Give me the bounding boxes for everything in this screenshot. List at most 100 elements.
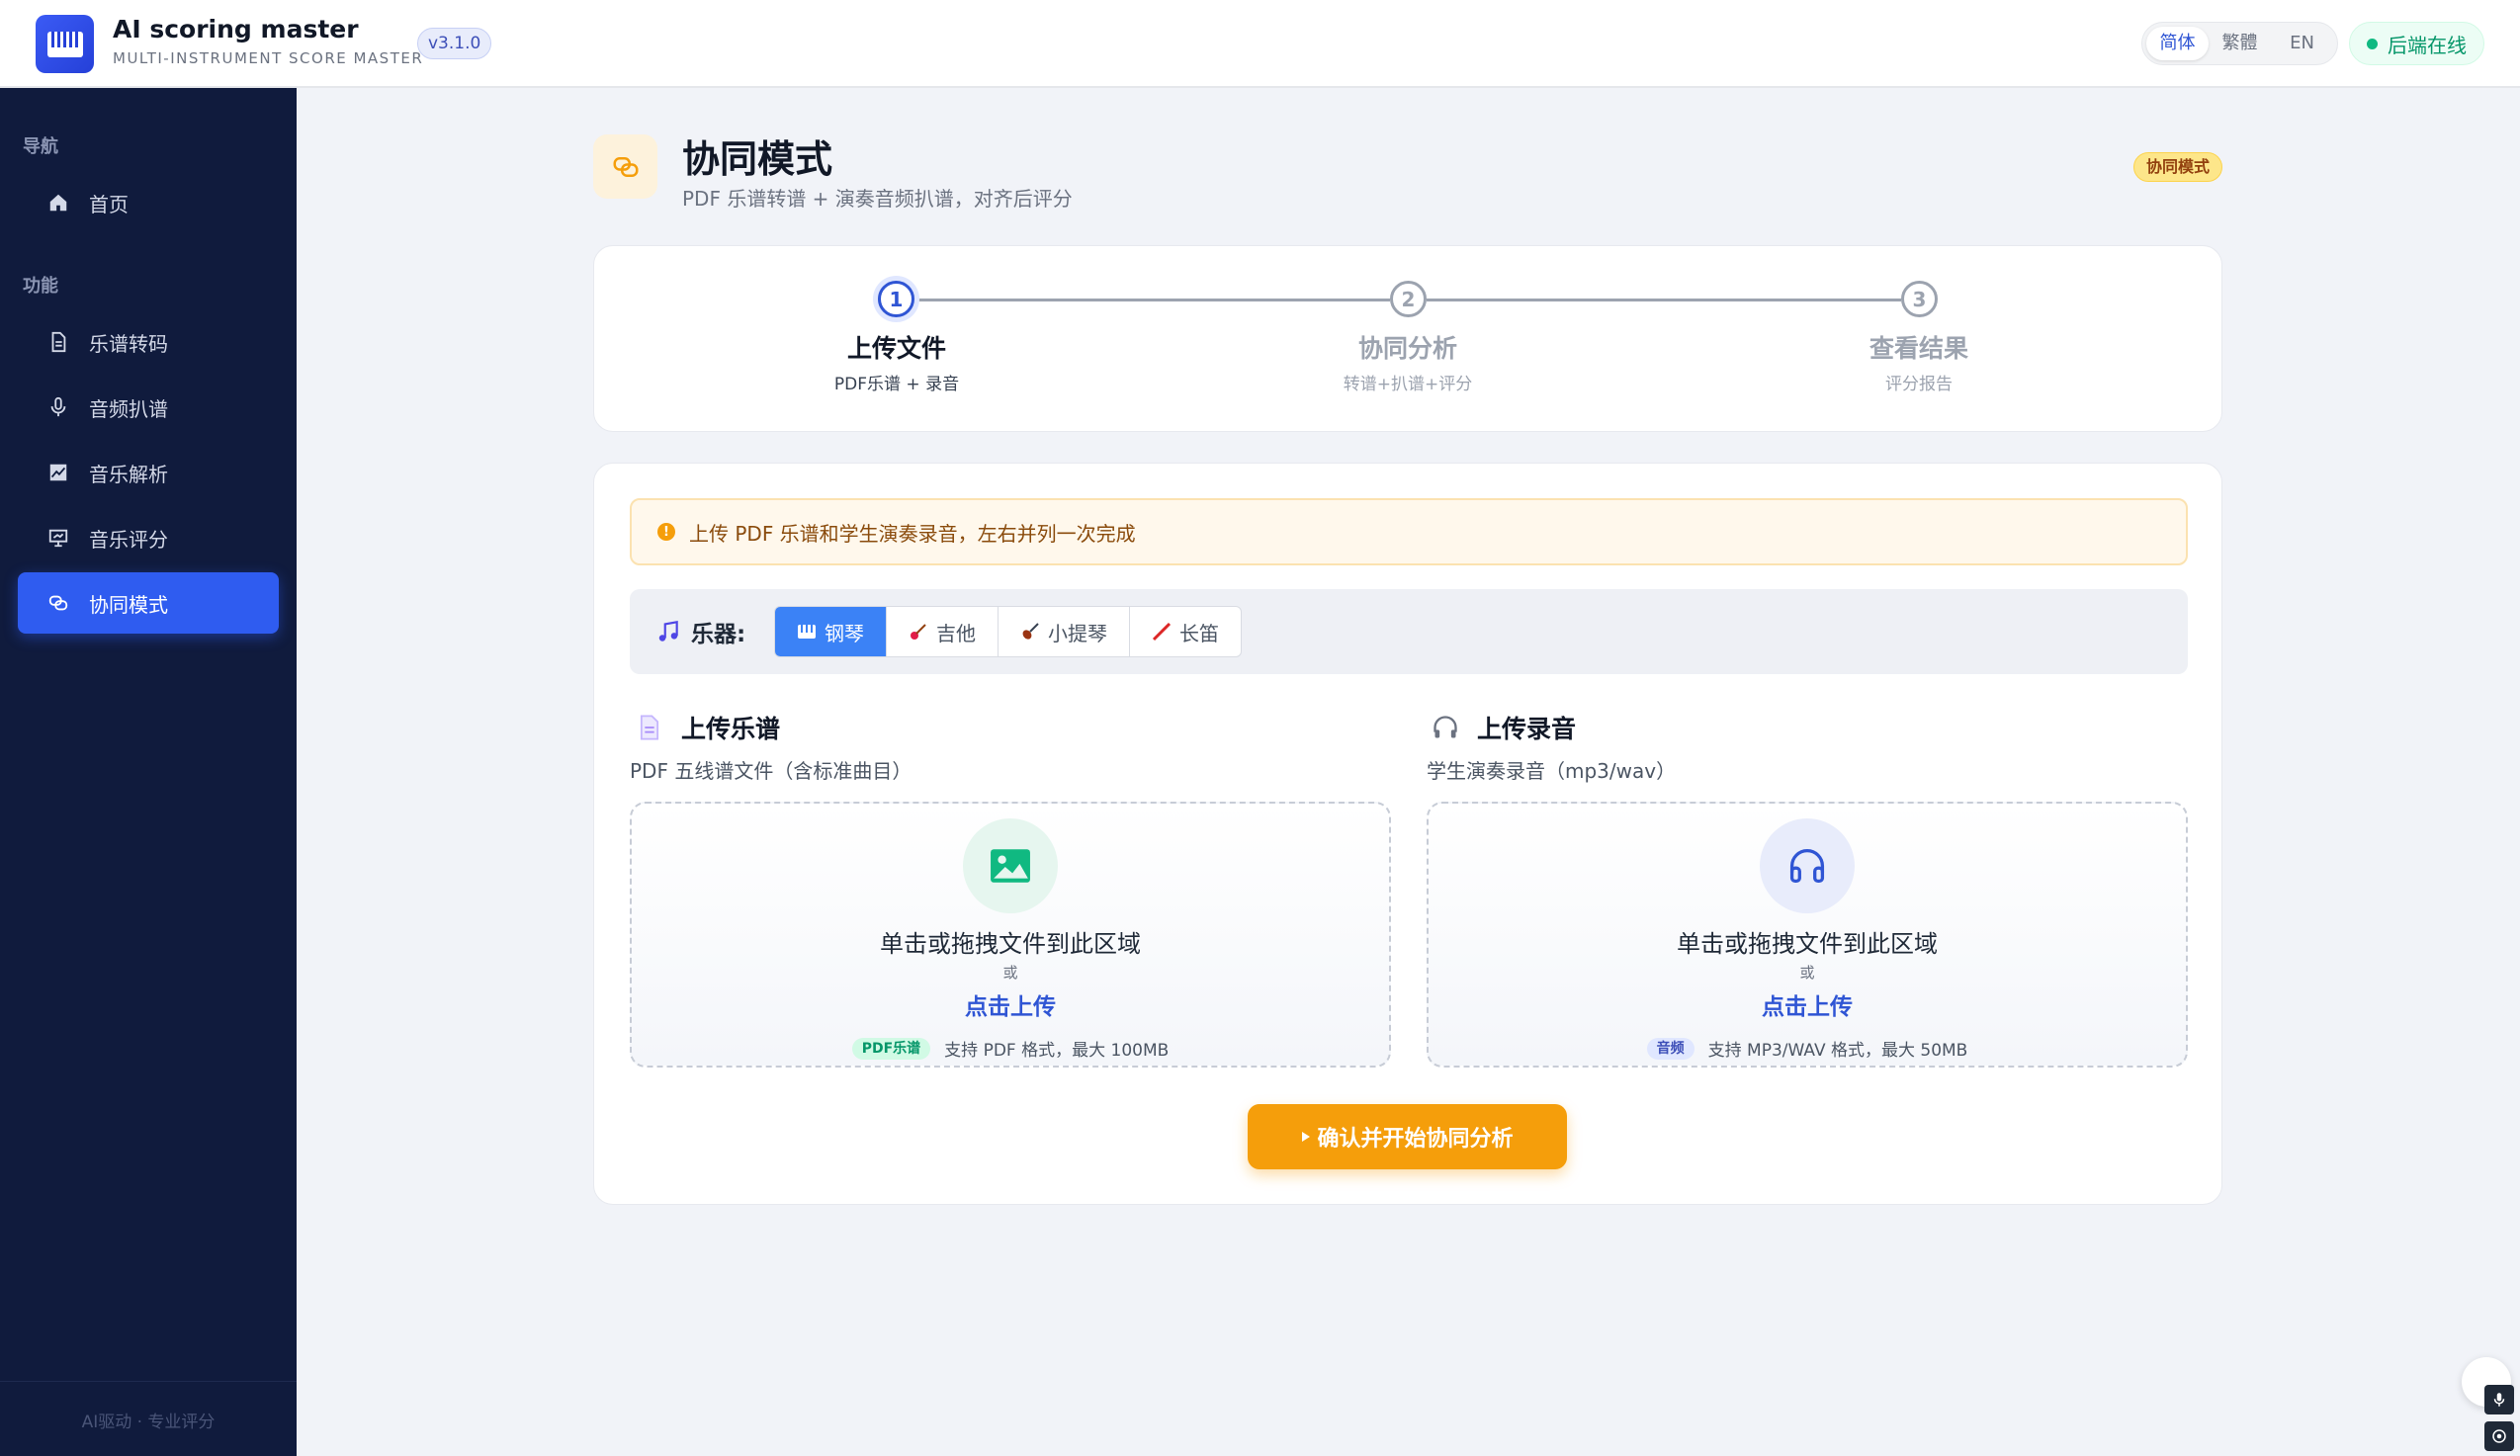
step-1-indicator: 1	[878, 281, 914, 317]
microphone-button[interactable]	[2484, 1385, 2514, 1414]
instrument-label: 吉他	[936, 621, 976, 645]
file-type-tag: 音频	[1646, 1037, 1694, 1060]
features-section-title: 功能	[23, 276, 58, 297]
file-type-tag: PDF乐谱	[851, 1037, 931, 1060]
audio-dropzone[interactable]: 单击或拖拽文件到此区域 或 点击上传 音频 支持 MP3/WAV 格式，最大 5…	[1427, 802, 2188, 1068]
instrument-guitar-button[interactable]: 吉他	[887, 607, 999, 656]
version-badge: v3.1.0	[417, 28, 492, 59]
image-icon	[963, 818, 1058, 913]
step-1-label: 上传文件	[846, 334, 946, 363]
dropzone-main-text: 单击或拖拽文件到此区域	[880, 930, 1141, 958]
step-2-sub: 转谱+扒谱+评分	[1343, 375, 1473, 394]
step-connector	[1427, 299, 1901, 301]
headphones-icon	[1434, 716, 1457, 738]
flute-icon	[1152, 622, 1172, 642]
audio-upload-title: 上传录音	[1477, 715, 1577, 743]
sidebar-divider	[0, 1381, 297, 1382]
page-title: 协同模式	[682, 137, 833, 181]
page-subtitle: PDF 乐谱转谱 + 演奏音频扒谱，对齐后评分	[682, 187, 1073, 211]
headphones-icon	[1760, 818, 1855, 913]
record-button[interactable]	[2484, 1421, 2514, 1451]
score-upload-heading: 上传乐谱	[636, 710, 780, 745]
app-subtitle: MULTI-INSTRUMENT SCORE MASTER	[113, 49, 424, 67]
link-icon	[613, 156, 638, 177]
microphone-icon	[2493, 1393, 2505, 1407]
status-dot-icon	[2367, 38, 2378, 49]
step-2-label: 协同分析	[1357, 334, 1457, 363]
confirm-button-label: 确认并开始协同分析	[1317, 1127, 1514, 1152]
step-3-label: 查看结果	[1868, 334, 1968, 363]
step-2-indicator: 2	[1390, 281, 1427, 317]
sidebar-item-label: 音频扒谱	[89, 396, 168, 421]
piano-icon	[798, 625, 816, 639]
document-icon	[51, 331, 66, 353]
confirm-start-button[interactable]: 确认并开始协同分析	[1248, 1104, 1567, 1169]
language-switcher: 简体 繁體 EN	[2141, 22, 2338, 65]
sidebar-item-collab-mode[interactable]: 协同模式	[18, 572, 279, 634]
dropzone-hint: PDF乐谱 支持 PDF 格式，最大 100MB	[632, 1036, 1389, 1061]
lang-simplified-button[interactable]: 简体	[2146, 27, 2209, 60]
image-glyph	[991, 849, 1030, 883]
document-icon	[640, 715, 659, 740]
sidebar-item-label: 音乐评分	[89, 527, 168, 552]
lang-english-button[interactable]: EN	[2271, 27, 2333, 60]
step-connector	[915, 299, 1390, 301]
sidebar-item-label: 协同模式	[89, 592, 168, 617]
link-icon	[48, 595, 68, 611]
score-upload-link[interactable]: 点击上传	[632, 987, 1389, 1021]
info-icon: !	[657, 523, 675, 541]
sidebar-footer: AI驱动 · 专业评分	[81, 1413, 216, 1432]
music-note-icon	[658, 620, 678, 642]
instrument-label: 乐器:	[655, 615, 745, 648]
instrument-selector: 钢琴 吉他 小提琴 长笛	[774, 606, 1242, 657]
sidebar-item-music-analysis[interactable]: 音乐解析	[18, 442, 279, 503]
top-header: AI scoring master MULTI-INSTRUMENT SCORE…	[0, 0, 2520, 88]
alert-text: 上传 PDF 乐谱和学生演奏录音，左右并列一次完成	[689, 521, 1136, 546]
play-icon	[1302, 1132, 1311, 1142]
instrument-violin-button[interactable]: 小提琴	[999, 607, 1130, 656]
sidebar-item-music-scoring[interactable]: 音乐评分	[18, 507, 279, 568]
mode-badge: 协同模式	[2133, 152, 2223, 182]
dropzone-or-text: 或	[1002, 964, 1018, 982]
page-icon	[593, 134, 657, 199]
score-upload-subtitle: PDF 五线谱文件（含标准曲目）	[630, 759, 912, 783]
sidebar-item-home[interactable]: 首页	[18, 172, 279, 233]
sidebar-item-label: 首页	[89, 192, 129, 216]
dropzone-hint-text: 支持 MP3/WAV 格式，最大 50MB	[1707, 1041, 1968, 1061]
nav-section-title: 导航	[23, 136, 58, 157]
piano-icon	[46, 31, 83, 57]
sidebar-item-label: 乐谱转码	[89, 331, 168, 356]
sidebar-item-score-transcode[interactable]: 乐谱转码	[18, 311, 279, 373]
score-dropzone[interactable]: 单击或拖拽文件到此区域 或 点击上传 PDF乐谱 支持 PDF 格式，最大 10…	[630, 802, 1391, 1068]
sidebar-item-label: 音乐解析	[89, 462, 168, 486]
audio-upload-link[interactable]: 点击上传	[1429, 987, 2186, 1021]
backend-status-badge: 后端在线	[2349, 22, 2484, 65]
dropzone-or-text: 或	[1799, 964, 1815, 982]
instrument-label: 钢琴	[825, 621, 864, 645]
app-logo	[36, 15, 94, 73]
sidebar-item-audio-transcribe[interactable]: 音频扒谱	[18, 377, 279, 438]
backend-status-text: 后端在线	[2388, 33, 2467, 57]
lang-traditional-button[interactable]: 繁體	[2209, 27, 2271, 60]
microphone-icon	[50, 396, 66, 417]
info-alert: ! 上传 PDF 乐谱和学生演奏录音，左右并列一次完成	[630, 498, 2188, 565]
chart-icon	[49, 464, 67, 481]
headphones-glyph	[1789, 849, 1825, 884]
sidebar: 导航 首页 功能 乐谱转码 音频扒谱 音乐解析 音乐评分 协同模式 AI驱动 ·…	[0, 88, 297, 1456]
dropzone-main-text: 单击或拖拽文件到此区域	[1677, 930, 1938, 958]
instrument-flute-button[interactable]: 长笛	[1130, 607, 1241, 656]
presentation-icon	[48, 529, 68, 548]
instrument-label: 长笛	[1179, 621, 1219, 645]
guitar-icon	[911, 624, 926, 640]
score-upload-title: 上传乐谱	[681, 715, 781, 743]
instrument-label: 小提琴	[1048, 621, 1107, 645]
dropzone-hint: 音频 支持 MP3/WAV 格式，最大 50MB	[1429, 1036, 2186, 1061]
record-icon	[2492, 1429, 2506, 1443]
step-3-sub: 评分报告	[1885, 375, 1953, 394]
instrument-label-text: 乐器:	[691, 622, 746, 647]
dropzone-hint-text: 支持 PDF 格式，最大 100MB	[944, 1041, 1170, 1061]
home-icon	[49, 194, 67, 212]
instrument-piano-button[interactable]: 钢琴	[775, 607, 887, 656]
audio-upload-subtitle: 学生演奏录音（mp3/wav）	[1427, 759, 1677, 783]
violin-icon	[1022, 623, 1039, 640]
